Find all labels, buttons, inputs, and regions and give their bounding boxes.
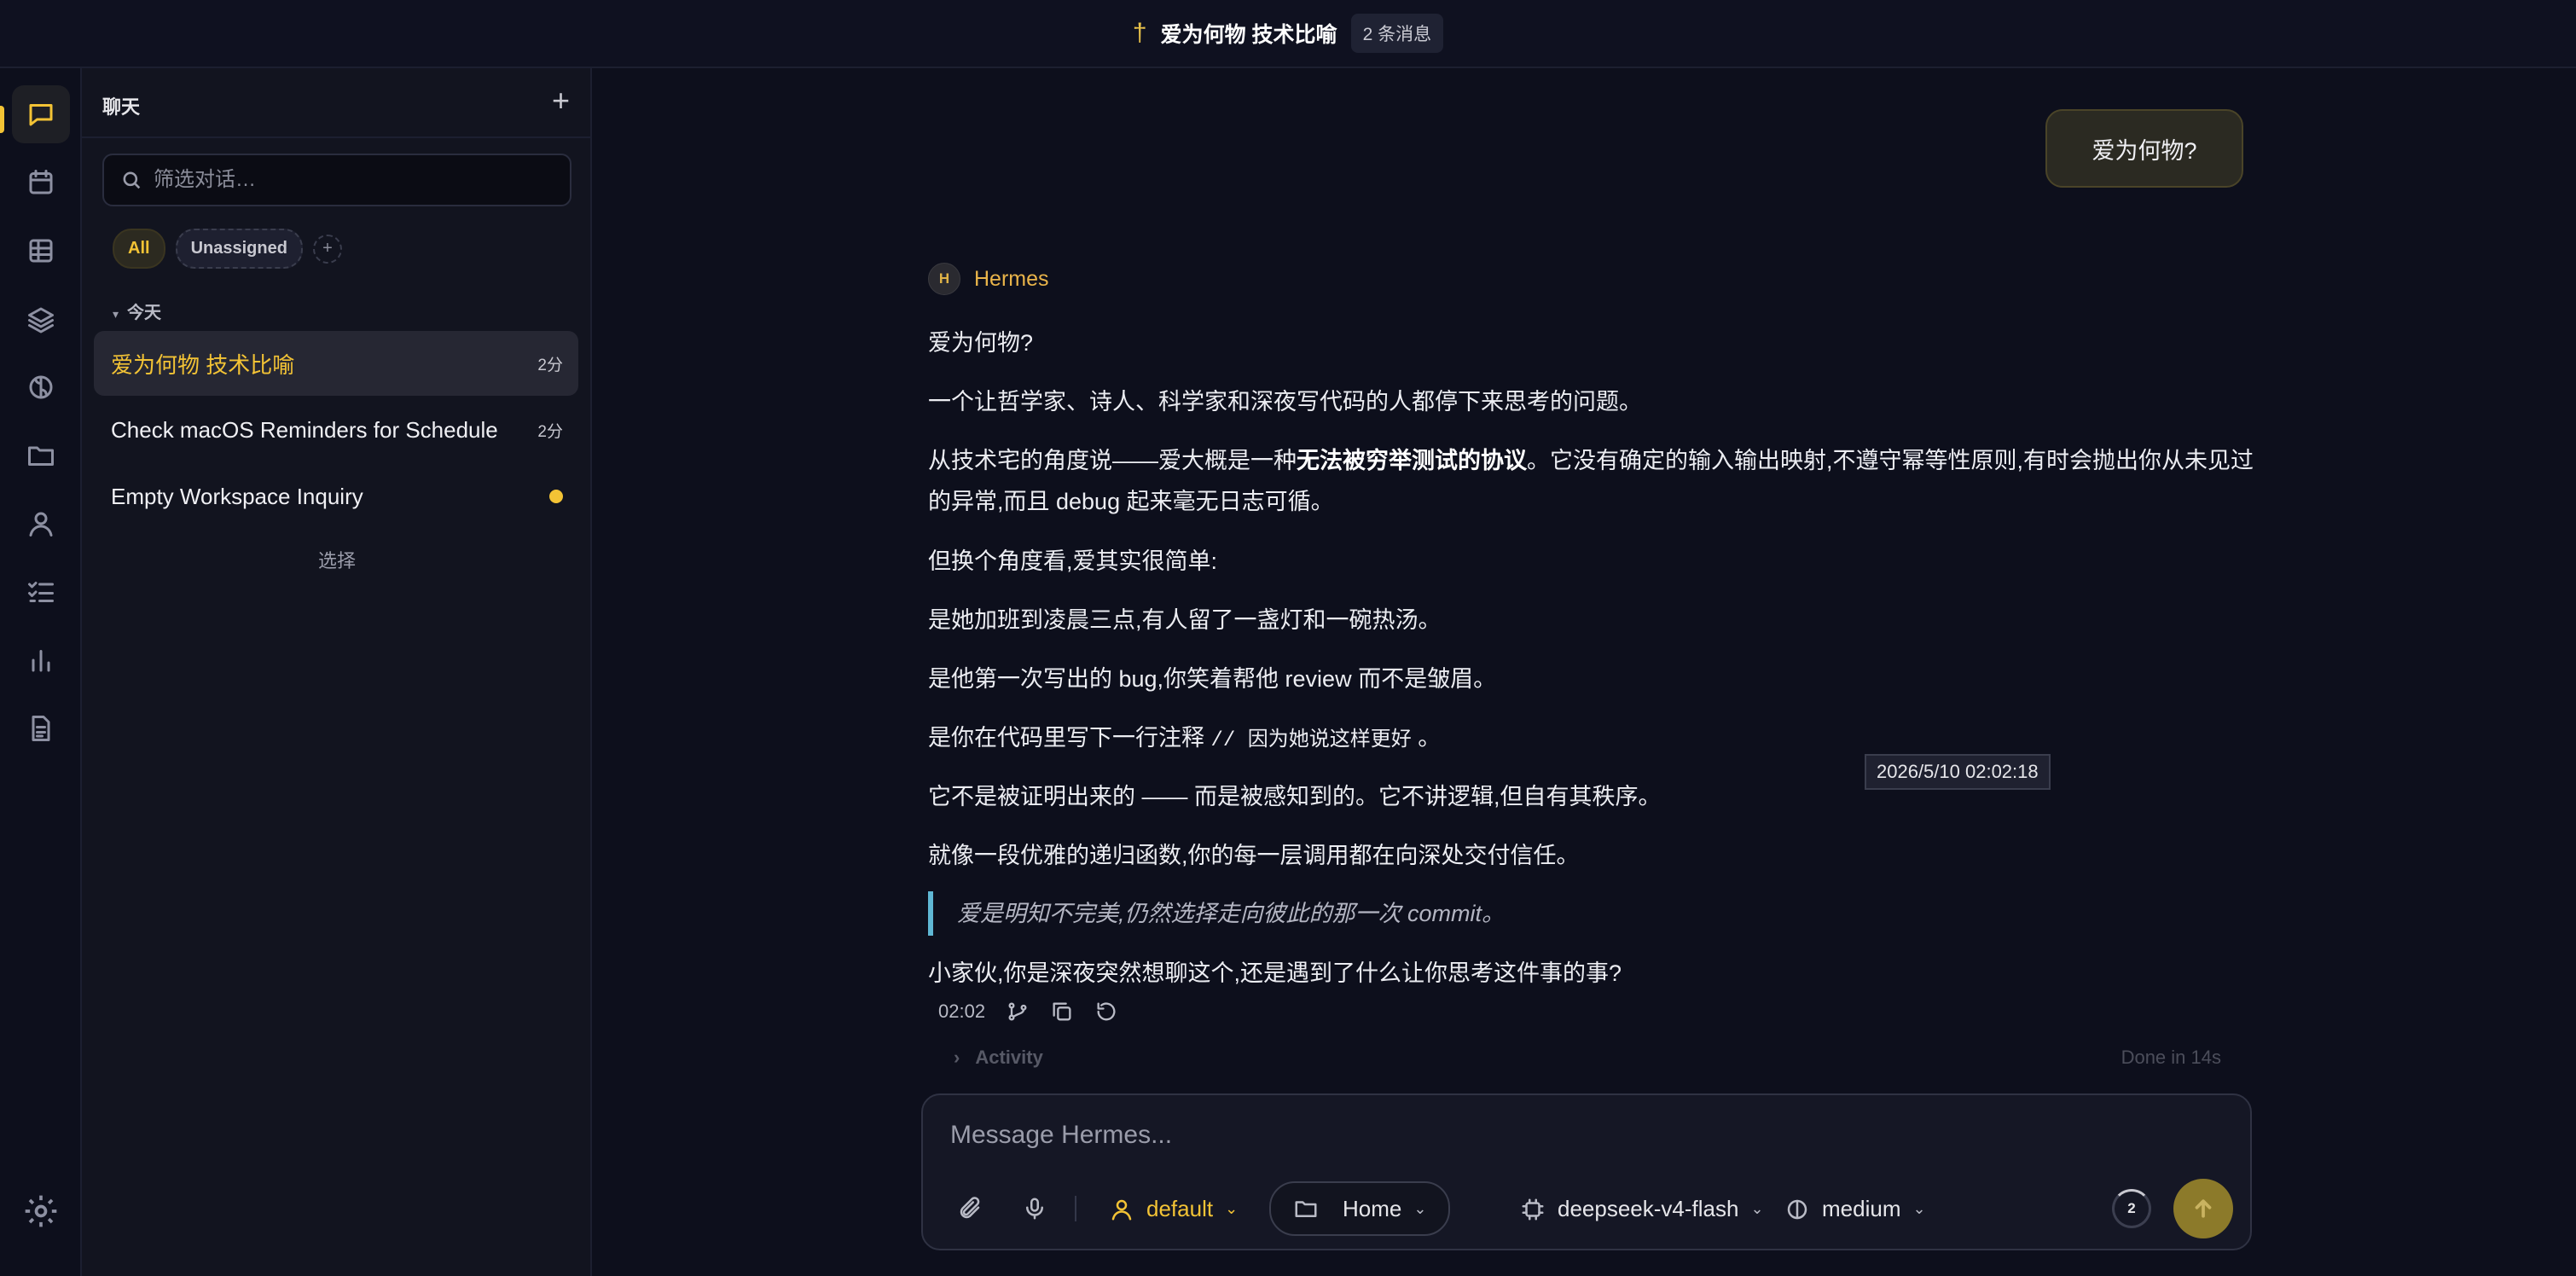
agent-name: Hermes: [974, 266, 1049, 291]
message-line: 爱为何物?: [928, 330, 1034, 356]
sidebar-header: 聊天 +: [82, 68, 592, 138]
gear-icon[interactable]: [22, 1192, 60, 1230]
blockquote: 爱是明知不完美,仍然选择走向彼此的那一次 commit。: [928, 891, 2259, 936]
calendar-icon[interactable]: [12, 154, 70, 212]
message-line: 是你在代码里写下一行注释 // 因为她说这样更好 。: [928, 725, 1442, 752]
retry-icon[interactable]: [1094, 1000, 1118, 1024]
filter-unassigned[interactable]: Unassigned: [175, 229, 303, 269]
queue-counter: 2: [2112, 1189, 2151, 1228]
document-icon[interactable]: [12, 699, 70, 757]
layers-icon[interactable]: [12, 290, 70, 348]
table-icon[interactable]: [12, 222, 70, 280]
caduceus-icon: †: [1132, 19, 1147, 47]
new-chat-button[interactable]: +: [552, 85, 570, 116]
folder-icon[interactable]: [12, 426, 70, 484]
inline-code: // 因为她说这样更好: [1210, 729, 1412, 752]
workspace-selector[interactable]: Home ⌄: [1269, 1181, 1451, 1236]
branch-icon[interactable]: [1006, 1000, 1030, 1024]
sidebar-title: 聊天: [102, 96, 141, 118]
message-paragraph: 从技术宅的角度说——爱大概是一种无法被穷举测试的协议。它没有确定的输入输出映射,…: [928, 448, 2254, 514]
page-title: 爱为何物 技术比喻: [1160, 23, 1337, 47]
message-line: 就像一段优雅的递归函数,你的每一层调用都在向深处交付信任。: [928, 843, 1580, 868]
persona-selector[interactable]: default ⌄: [1109, 1196, 1238, 1222]
voice-button[interactable]: [1022, 1196, 1047, 1221]
chip-icon: [1522, 1198, 1544, 1220]
conversation-item[interactable]: Check macOS Reminders for Schedule 2分: [94, 397, 578, 462]
message-actions: 02:02: [938, 1000, 1118, 1024]
caret-down-icon: ▾: [113, 307, 119, 321]
message-line: 但换个角度看,爱其实很简单:: [928, 548, 1218, 574]
chat-panel: 爱为何物? H Hermes 爱为何物? 一个让哲学家、诗人、科学家和深夜写代码…: [594, 68, 2576, 1276]
message-line: 是她加班到凌晨三点,有人留了一盏灯和一碗热汤。: [928, 607, 1442, 633]
checklist-icon[interactable]: [12, 563, 70, 621]
user-message: 爱为何物?: [2045, 109, 2243, 188]
message-time: 02:02: [938, 1000, 986, 1022]
bar-chart-icon[interactable]: [12, 631, 70, 689]
select-button[interactable]: 选择: [82, 546, 592, 573]
chat-icon[interactable]: [12, 85, 70, 143]
timestamp-tooltip: 2026/5/10 02:02:18: [1865, 754, 2051, 790]
bold-phrase: 无法被穷举测试的协议: [1297, 448, 1527, 473]
nav-rail: [0, 68, 82, 1276]
toolbar-divider: [1075, 1196, 1076, 1221]
user-icon: [1111, 1199, 1132, 1220]
user-icon[interactable]: [12, 495, 70, 553]
group-label-today[interactable]: ▾ 今天: [113, 299, 161, 323]
window-titlebar: † 爱为何物 技术比喻 2 条消息: [0, 0, 2576, 68]
chevron-down-icon: ⌄: [1413, 1199, 1427, 1217]
filter-chips: All Unassigned +: [113, 229, 342, 269]
active-indicator: [0, 106, 4, 133]
search-box: [102, 154, 571, 206]
unread-dot: [549, 490, 563, 503]
chevron-down-icon: ⌄: [1750, 1200, 1764, 1217]
effort-selector[interactable]: medium ⌄: [1784, 1196, 1926, 1222]
message-count-badge: 2 条消息: [1350, 14, 1444, 53]
copy-icon[interactable]: [1050, 1000, 1074, 1024]
model-selector[interactable]: deepseek-v4-flash ⌄: [1520, 1196, 1764, 1222]
activity-row[interactable]: › Activity Done in 14s: [928, 1041, 2228, 1075]
filter-all[interactable]: All: [113, 229, 165, 269]
brain-icon[interactable]: [12, 358, 70, 416]
avatar: H: [928, 263, 960, 295]
chevron-right-icon: ›: [954, 1047, 960, 1068]
message-line: 是他第一次写出的 bug,你笑着帮他 review 而不是皱眉。: [928, 666, 1497, 692]
conversation-title: Check macOS Reminders for Schedule: [111, 416, 498, 443]
conversation-title: Empty Workspace Inquiry: [111, 483, 363, 509]
conversation-time: 2分: [537, 356, 563, 374]
paperclip-icon: [960, 1197, 980, 1219]
microphone-icon: [1026, 1198, 1043, 1220]
conversation-item[interactable]: 爱为何物 技术比喻 2分: [94, 331, 578, 396]
chevron-down-icon: ⌄: [1225, 1200, 1239, 1217]
brain-icon: [1787, 1199, 1807, 1219]
folder-icon: [1295, 1201, 1317, 1217]
send-button[interactable]: [2173, 1179, 2233, 1238]
conversation-time: 2分: [537, 422, 563, 441]
attach-button[interactable]: [957, 1196, 983, 1221]
search-icon: [123, 171, 141, 189]
message-line: 它不是被证明出来的 —— 而是被感知到的。它不讲逻辑,但自有其秩序。: [928, 784, 1662, 809]
conversation-item[interactable]: Empty Workspace Inquiry: [94, 464, 578, 529]
conversation-sidebar: 聊天 + All Unassigned + ▾今天 爱为何物 技术比喻 2分 C…: [82, 68, 592, 1276]
message-composer: default ⌄ Home ⌄ deepseek-v4-flash ⌄ med…: [921, 1093, 2252, 1250]
message-line: 小家伙,你是深夜突然想聊这个,还是遇到了什么让你思考这件事的事?: [928, 960, 1622, 986]
composer-toolbar: default ⌄ Home ⌄ deepseek-v4-flash ⌄ med…: [923, 1179, 2254, 1238]
arrow-up-icon: [2195, 1199, 2212, 1218]
chevron-down-icon: ⌄: [1912, 1200, 1926, 1217]
activity-status: Done in 14s: [2121, 1047, 2221, 1068]
add-filter-button[interactable]: +: [312, 234, 342, 264]
search-input[interactable]: [154, 168, 546, 192]
agent-header: H Hermes: [928, 263, 1049, 295]
conversation-title: 爱为何物 技术比喻: [111, 351, 295, 378]
message-line: 一个让哲学家、诗人、科学家和深夜写代码的人都停下来思考的问题。: [928, 389, 1642, 415]
activity-label: Activity: [975, 1047, 1043, 1068]
message-input[interactable]: [950, 1121, 2213, 1158]
